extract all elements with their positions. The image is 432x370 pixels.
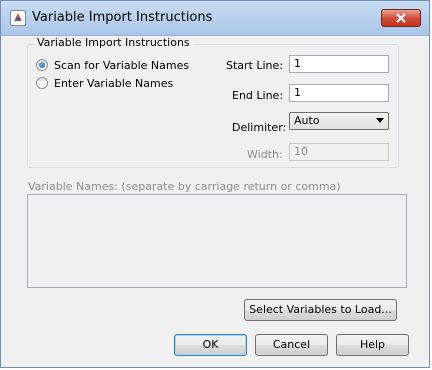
enter-radio[interactable] [36,77,48,89]
scan-radio-label[interactable]: Scan for Variable Names [54,59,189,72]
app-icon [10,10,26,26]
radio-selected-dot [39,62,45,68]
end-line-input[interactable]: 1 [289,84,389,102]
delimiter-label: Delimiter: [232,121,287,134]
chevron-down-icon [376,118,384,123]
width-label: Width: [247,148,283,161]
start-line-label: Start Line: [226,59,283,72]
select-variables-button[interactable]: Select Variables to Load... [244,299,397,321]
window-title: Variable Import Instructions [32,10,213,25]
width-input[interactable]: 10 [289,143,389,161]
ok-button[interactable]: OK [174,334,247,356]
enter-radio-label[interactable]: Enter Variable Names [54,77,173,90]
end-line-label: End Line: [232,89,284,102]
group-label: Variable Import Instructions [34,36,193,49]
help-button[interactable]: Help [336,334,409,356]
start-line-input[interactable]: 1 [289,55,389,73]
title-bar[interactable]: Variable Import Instructions [1,1,429,36]
variable-names-label: Variable Names: (separate by carriage re… [28,180,341,193]
scan-radio[interactable] [36,59,48,71]
close-button[interactable] [381,9,421,27]
cancel-button[interactable]: Cancel [255,334,328,356]
dialog-window: Variable Import Instructions Variable Im… [0,0,430,368]
variable-names-textarea[interactable] [27,194,407,288]
close-icon [396,13,406,23]
delimiter-select[interactable]: Auto [289,112,389,130]
delimiter-value: Auto [294,114,320,127]
